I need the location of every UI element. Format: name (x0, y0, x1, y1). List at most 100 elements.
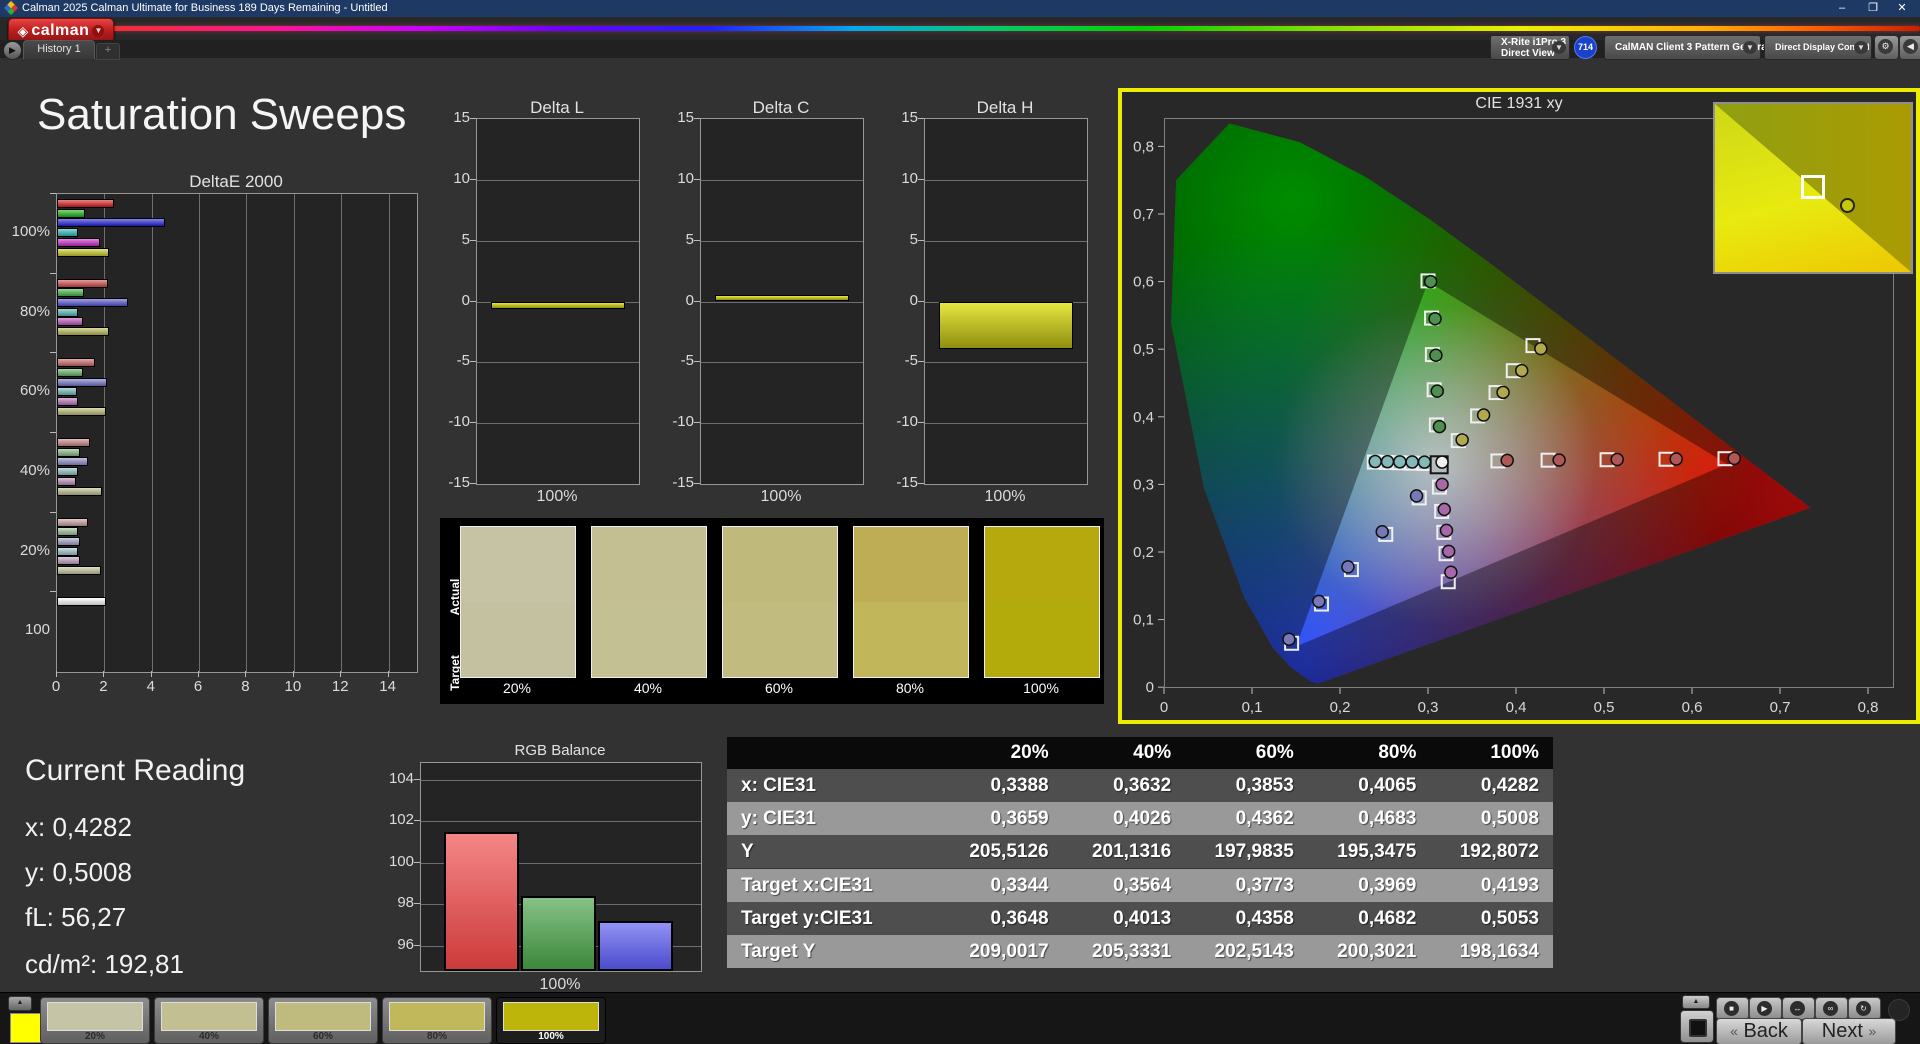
compare-swatch (853, 526, 969, 678)
reading-y: y: 0,5008 (25, 857, 132, 887)
pattern-swatch-button[interactable]: 80% (382, 997, 492, 1044)
delta-ytickmark (470, 178, 476, 180)
deltae-bar (57, 377, 107, 387)
svg-text:0,7: 0,7 (1133, 206, 1154, 223)
delta-chart (476, 118, 640, 485)
deltae-bar (57, 327, 110, 337)
settings-button[interactable]: ⚙ (1874, 35, 1899, 60)
table-cell: 195,3475 (1337, 841, 1417, 863)
refresh-button[interactable]: ↻ (1848, 997, 1881, 1020)
table-cell: 201,1316 (1091, 841, 1172, 863)
calman-logo-icon: ◈ (17, 22, 29, 39)
delta-ytick: 0 (685, 291, 694, 309)
display-control-dropdown[interactable]: Direct Display Control ▼ (1764, 35, 1872, 60)
collapse-panel-button[interactable]: ◀ (1899, 35, 1920, 60)
table-cell: 0,4193 (1480, 874, 1539, 896)
svg-text:0,1: 0,1 (1242, 699, 1263, 716)
delta-xlabel: 100% (984, 488, 1026, 505)
delta-gridline (701, 362, 863, 364)
delta-gridline (701, 240, 863, 242)
delta-ytick: -15 (672, 474, 694, 491)
page-title: Saturation Sweeps (37, 90, 407, 139)
stop-button[interactable]: ■ (1716, 997, 1749, 1020)
table-header-cell: 100% (1490, 742, 1539, 763)
gear-icon: ⚙ (1878, 39, 1893, 54)
minimize-button[interactable]: – (1828, 1, 1856, 16)
cie-measured-marker (1514, 363, 1529, 378)
pattern-swatch-button[interactable]: 40% (154, 997, 264, 1044)
pattern-swatch-color (389, 1002, 485, 1031)
compare-swatch-target (461, 602, 575, 677)
table-row-label: Target y:CIE31 (741, 907, 873, 929)
delta-ytickmark (470, 483, 476, 484)
deltae-bar (57, 406, 106, 416)
pattern-swatch-label: 100% (538, 1031, 564, 1042)
table-row: Target Y 209,0017 205,3331 202,5143 200,3021… (727, 935, 1553, 968)
delta-ytick: 10 (453, 169, 470, 187)
play-button[interactable]: ▶ (1749, 997, 1782, 1020)
compare-swatch-actual (985, 527, 1099, 602)
read-expand-button[interactable]: ▲ (1682, 995, 1710, 1009)
table-cell: 200,3021 (1337, 941, 1417, 962)
table-cell: 0,3648 (990, 907, 1049, 929)
cie-measured-marker (1432, 419, 1447, 434)
cie-measured-marker (1405, 455, 1419, 469)
continuous-measure-button[interactable]: ∞ (1815, 997, 1848, 1020)
window-titlebar: Calman 2025 Calman Ultimate for Business… (0, 0, 1920, 17)
meter-dropdown[interactable]: X-Rite i1Pro 3 Direct View ▼ (1490, 35, 1570, 60)
cie-measured-marker (1552, 453, 1566, 467)
table-cell: 0,4013 (1113, 907, 1172, 929)
single-measure-button[interactable]: ↔ (1782, 997, 1815, 1020)
delta-chart-title: Delta L (530, 98, 584, 117)
table-cell: 0,3632 (1113, 775, 1172, 796)
deltae-xtick: 8 (241, 678, 250, 695)
delta-bar (939, 301, 1073, 349)
back-button[interactable]: « Back (1716, 1018, 1802, 1044)
tab-history-1[interactable]: History 1 (23, 40, 95, 59)
meter-count-badge: 714 (1574, 36, 1597, 59)
chevron-right-icon: » (1868, 1023, 1877, 1039)
deltae-group-label: 20% (19, 541, 50, 559)
cie-measured-marker (1423, 274, 1438, 289)
rgb-bar-red (444, 831, 519, 971)
chevron-down-icon: ▼ (1552, 41, 1566, 54)
cie-measured-marker (1409, 489, 1424, 503)
delta-gridline (477, 423, 639, 425)
delta-ytickmark (918, 118, 924, 119)
close-button[interactable]: ✕ (1888, 1, 1916, 16)
table-cell: 0,3773 (1235, 874, 1294, 896)
cie-measured-marker (1444, 565, 1458, 580)
next-button[interactable]: Next » (1802, 1018, 1896, 1044)
tab-add-button[interactable]: + (96, 43, 120, 60)
rgb-ytick: 98 (397, 894, 414, 912)
deltae-xtickmark (198, 671, 200, 677)
table-cell: 192,8072 (1459, 841, 1539, 863)
deltae-xtick: 0 (51, 678, 61, 695)
deltae-gridline (151, 194, 153, 672)
delta-ytick: -5 (456, 352, 470, 370)
rgb-ytick: 100 (388, 852, 414, 870)
deltae-bar (57, 566, 101, 576)
pattern-swatch-button[interactable]: 60% (268, 997, 378, 1044)
table-header-row: 20% 40% 60% 80% 100% (727, 737, 1553, 769)
chevron-down-icon: ▼ (1854, 41, 1868, 54)
pattern-swatch-button[interactable]: 20% (40, 997, 150, 1044)
compare-swatch-target (985, 602, 1099, 677)
deltae-ytick (50, 511, 56, 513)
rgb-gridline (421, 821, 701, 823)
deltae-gridline (293, 194, 295, 672)
pattern-swatch-button[interactable]: 100% (496, 997, 606, 1044)
tab-scroll-button[interactable]: ▶ (3, 41, 22, 60)
pattern-generator-dropdown[interactable]: CalMAN Client 3 Pattern Generator ▼ (1604, 35, 1780, 60)
measurement-table: 20% 40% 60% 80% 100% x: CIE31 0,3388 0,3632 0,38… (727, 737, 1553, 968)
maximize-button[interactable]: ❐ (1859, 1, 1887, 16)
patch-expand-button[interactable]: ▲ (8, 996, 32, 1011)
table-cell: 0,3388 (990, 775, 1049, 796)
deltae-xtickmark (340, 671, 342, 677)
read-stop-button[interactable] (1680, 1010, 1714, 1043)
cie-measured-marker (1282, 632, 1296, 646)
rgb-ytickmark (414, 778, 420, 780)
delta-ytickmark (918, 361, 924, 363)
deltae-xtick: 14 (379, 678, 396, 695)
table-row: x: CIE31 0,3388 0,3632 0,3853 0,4065 0,4282 (727, 769, 1553, 802)
